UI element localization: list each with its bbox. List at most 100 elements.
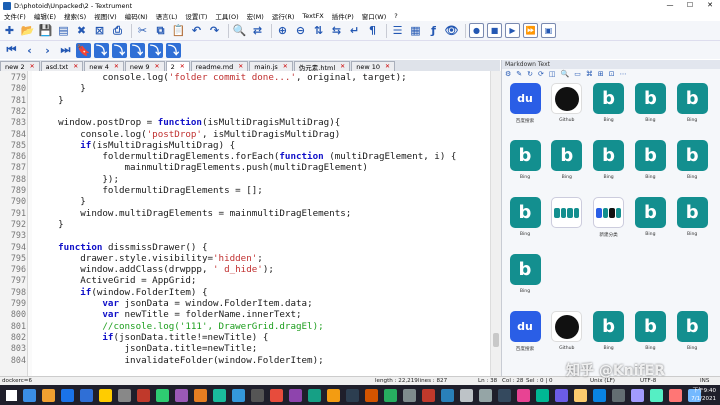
tab-close-icon[interactable]: ✕ bbox=[114, 63, 119, 70]
code-editor[interactable]: 779 780 781 782 783 784 785 786 787 788 789 790 791 7… bbox=[0, 71, 490, 376]
grid-item[interactable]: du 百度搜索 bbox=[504, 79, 546, 131]
sync-h-icon[interactable]: ⇆ bbox=[329, 23, 344, 38]
tab-close-icon[interactable]: ✕ bbox=[155, 63, 160, 70]
menu-item[interactable]: 设置(T) bbox=[181, 11, 211, 21]
jump-icon[interactable]: ⤵ bbox=[166, 42, 181, 58]
taskbar-app-icon[interactable] bbox=[23, 388, 36, 402]
tab-close-icon[interactable]: ✕ bbox=[283, 63, 288, 70]
bookmark-icon[interactable]: 🔖 bbox=[76, 42, 91, 58]
jump-icon[interactable]: ⤵ bbox=[94, 42, 109, 58]
grid-item[interactable]: b Bing bbox=[588, 136, 630, 188]
taskbar-app-icon[interactable] bbox=[574, 388, 587, 402]
indent-guide-icon[interactable]: ☰ bbox=[390, 23, 405, 38]
grid-item[interactable]: b Bing bbox=[671, 307, 713, 359]
jump-icon[interactable]: ⤵ bbox=[130, 42, 145, 58]
stop-icon[interactable]: ■ bbox=[487, 23, 502, 38]
taskbar-app-icon[interactable] bbox=[251, 388, 264, 402]
taskbar-app-icon[interactable] bbox=[346, 388, 359, 402]
menu-item[interactable]: 编辑(E) bbox=[30, 11, 60, 21]
cut-icon[interactable]: ✂ bbox=[135, 23, 150, 38]
grid-item[interactable]: b Bing bbox=[671, 136, 713, 188]
grid-item[interactable]: b Bing bbox=[546, 136, 588, 188]
tab-close-icon[interactable]: ✕ bbox=[180, 63, 185, 70]
grid-item[interactable]: b Bing bbox=[504, 250, 546, 302]
tab-close-icon[interactable]: ✕ bbox=[385, 63, 390, 70]
taskbar-app-icon[interactable] bbox=[365, 388, 378, 402]
grid-item[interactable]: b Bing bbox=[504, 136, 546, 188]
grid-item[interactable]: b Bing bbox=[588, 79, 630, 131]
new-file-icon[interactable]: ✚ bbox=[2, 23, 17, 38]
taskbar-app-icon[interactable] bbox=[308, 388, 321, 402]
function-list-icon[interactable]: ƒ bbox=[426, 23, 441, 38]
panel-tool-icon[interactable]: ⊡ bbox=[609, 70, 615, 78]
panel-tool-icon[interactable]: ◫ bbox=[549, 70, 556, 78]
taskbar-app-icon[interactable] bbox=[517, 388, 530, 402]
scroll-thumb[interactable] bbox=[493, 333, 499, 347]
redo-icon[interactable]: ↷ bbox=[207, 23, 222, 38]
copy-icon[interactable]: ⧉ bbox=[153, 23, 168, 38]
all-chars-icon[interactable]: ¶ bbox=[365, 23, 380, 38]
grid-item[interactable]: b Bing bbox=[629, 193, 671, 245]
tab-close-icon[interactable]: ✕ bbox=[340, 63, 345, 70]
taskbar-app-icon[interactable] bbox=[156, 388, 169, 402]
taskbar-app-icon[interactable] bbox=[61, 388, 74, 402]
menu-item[interactable]: 工具(O) bbox=[211, 11, 242, 21]
taskbar-app-icon[interactable] bbox=[42, 388, 55, 402]
taskbar-app-icon[interactable] bbox=[422, 388, 435, 402]
menu-item[interactable]: 编码(N) bbox=[121, 11, 152, 21]
panel-tool-icon[interactable]: ⌘ bbox=[586, 70, 593, 78]
tab-3[interactable]: new 9 ✕ bbox=[124, 61, 165, 71]
taskbar-app-icon[interactable] bbox=[403, 388, 416, 402]
grid-item[interactable]: b Bing bbox=[504, 193, 546, 245]
grid-item[interactable] bbox=[546, 193, 588, 245]
close-button[interactable]: ✕ bbox=[700, 0, 720, 11]
taskbar-app-icon[interactable] bbox=[650, 388, 663, 402]
save-macro-icon[interactable]: ▣ bbox=[541, 23, 556, 38]
menu-item[interactable]: 视图(V) bbox=[90, 11, 121, 21]
taskbar-app-icon[interactable] bbox=[593, 388, 606, 402]
panel-tool-icon[interactable]: 🔍 bbox=[561, 70, 570, 78]
taskbar-clock[interactable]: 下午9:40 7/1/2021 bbox=[691, 387, 716, 403]
jump-icon[interactable]: ⤵ bbox=[148, 42, 163, 58]
tab-8[interactable]: new 10 ✕ bbox=[351, 61, 396, 71]
menu-item[interactable]: 运行(R) bbox=[268, 11, 299, 21]
monitor-icon[interactable]: 👁 bbox=[444, 23, 459, 38]
tab-6[interactable]: main.js ✕ bbox=[249, 61, 293, 71]
play-icon[interactable]: ▶ bbox=[505, 23, 520, 38]
panel-tool-icon[interactable]: ⋯ bbox=[620, 70, 627, 78]
prev-icon[interactable]: ‹ bbox=[22, 43, 37, 58]
menu-item[interactable]: ? bbox=[390, 12, 401, 20]
taskbar-app-icon[interactable] bbox=[479, 388, 492, 402]
tab-1[interactable]: asd.txt ✕ bbox=[40, 61, 84, 71]
panel-tool-icon[interactable]: ▭ bbox=[574, 70, 581, 78]
zoom-in-icon[interactable]: ⊕ bbox=[275, 23, 290, 38]
minimize-button[interactable]: — bbox=[660, 0, 680, 11]
next-icon[interactable]: › bbox=[40, 43, 55, 58]
taskbar-app-icon[interactable] bbox=[118, 388, 131, 402]
print-icon[interactable]: ⎙ bbox=[110, 23, 125, 38]
zoom-out-icon[interactable]: ⊖ bbox=[293, 23, 308, 38]
taskbar-app-icon[interactable] bbox=[555, 388, 568, 402]
taskbar-app-icon[interactable] bbox=[536, 388, 549, 402]
grid-item[interactable]: b Bing bbox=[629, 79, 671, 131]
taskbar-app-icon[interactable] bbox=[232, 388, 245, 402]
grid-item[interactable]: b Bing bbox=[588, 307, 630, 359]
panel-tool-icon[interactable]: ⚙ bbox=[505, 70, 511, 78]
taskbar-app-icon[interactable] bbox=[194, 388, 207, 402]
menu-item[interactable]: 插件(P) bbox=[328, 11, 358, 21]
tab-4[interactable]: 2 ✕ bbox=[165, 61, 190, 71]
panel-tool-icon[interactable]: ⟳ bbox=[538, 70, 544, 78]
taskbar-app-icon[interactable] bbox=[631, 388, 644, 402]
taskbar-app-icon[interactable] bbox=[441, 388, 454, 402]
taskbar-app-icon[interactable] bbox=[460, 388, 473, 402]
paste-icon[interactable]: 📋 bbox=[171, 23, 186, 38]
last-icon[interactable]: ⏭ bbox=[58, 43, 73, 58]
tab-close-icon[interactable]: ✕ bbox=[73, 63, 78, 70]
taskbar-app-icon[interactable] bbox=[99, 388, 112, 402]
taskbar-app-icon[interactable] bbox=[612, 388, 625, 402]
record-icon[interactable]: ● bbox=[469, 23, 484, 38]
taskbar-app-icon[interactable] bbox=[137, 388, 150, 402]
replace-icon[interactable]: ⇄ bbox=[250, 23, 265, 38]
find-icon[interactable]: 🔍 bbox=[232, 23, 247, 38]
panel-tool-icon[interactable]: ✎ bbox=[516, 70, 522, 78]
